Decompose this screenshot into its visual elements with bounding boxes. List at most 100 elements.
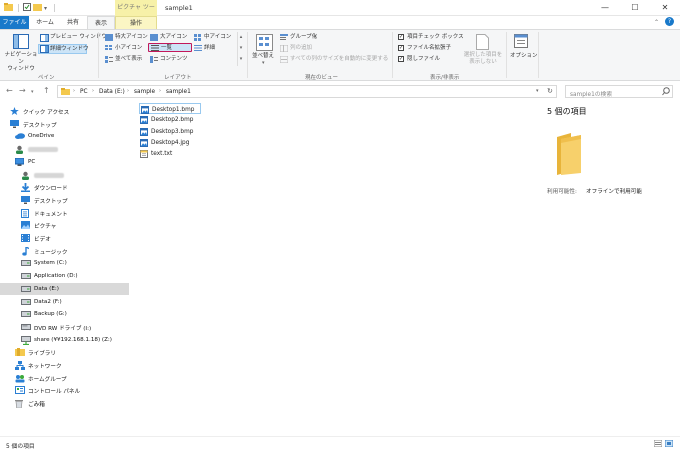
nav-item-drive-16[interactable]: Backup (G:) — [0, 308, 129, 320]
tab-share[interactable]: 共有 — [60, 16, 86, 29]
current-view-group-label: 現在のビュー — [305, 75, 339, 81]
breadcrumb-sample1[interactable]: sample1 — [166, 89, 191, 95]
file-extension-toggle[interactable]: ✓ — [398, 45, 404, 51]
file-item[interactable]: Desktop4.jpg — [139, 137, 201, 148]
sort-button[interactable]: 並べ替え — [252, 53, 274, 60]
nav-item-quick-access[interactable]: クイック アクセス — [0, 105, 129, 117]
nav-item-pc[interactable]: PC — [0, 156, 129, 168]
breadcrumb-pc[interactable]: PC — [80, 89, 88, 95]
document-icon — [21, 208, 29, 220]
refresh-icon[interactable]: ↻ — [547, 87, 553, 95]
forward-arrow-icon[interactable]: → — [19, 86, 26, 95]
nav-item-documents[interactable]: ドキュメント — [0, 207, 129, 219]
help-icon[interactable]: ? — [665, 17, 674, 26]
breadcrumb-chevron-icon[interactable]: › — [159, 88, 161, 94]
nav-item-user-5[interactable] — [0, 169, 129, 181]
minimize-button[interactable]: — — [590, 0, 620, 16]
size-all-columns-button[interactable]: すべての列のサイズを自動的に変更する — [290, 56, 388, 63]
breadcrumb-chevron-icon[interactable]: › — [73, 88, 75, 94]
nav-item-drive-14[interactable]: Data (E:) — [0, 282, 129, 295]
hide-selected-button[interactable]: 選択した項目を 表示しない — [461, 52, 505, 66]
nav-item-drive-13[interactable]: Application (D:) — [0, 270, 129, 282]
address-bar[interactable]: › PC › Data (E:) › sample › sample1 ▾ ↻ — [57, 85, 557, 98]
redacted-name — [34, 172, 64, 178]
customize-toolbar-icon[interactable]: ▾ — [44, 4, 47, 13]
breadcrumb-sample[interactable]: sample — [134, 89, 155, 95]
nav-item-label: Data2 (F:) — [34, 298, 62, 305]
layout-details[interactable]: 詳細 — [204, 45, 215, 52]
breadcrumb-chevron-icon[interactable]: › — [127, 88, 129, 94]
nav-item-recycle-bin[interactable]: ごみ箱 — [0, 397, 129, 409]
ribbon-collapse-icon[interactable]: ⌃ — [654, 18, 659, 27]
tab-file[interactable]: ファイル — [0, 16, 29, 29]
navigation-pane-button[interactable] — [13, 34, 29, 52]
back-arrow-icon[interactable]: ← — [6, 86, 13, 95]
nav-item-user-3[interactable] — [0, 143, 129, 155]
picture-tools-context-tab: ピクチャ ツール — [115, 0, 157, 27]
hidden-files-toggle[interactable]: ✓ — [398, 56, 404, 62]
search-icon[interactable] — [662, 87, 670, 98]
new-folder-icon[interactable] — [33, 3, 42, 13]
layout-content[interactable]: コンテンツ — [160, 56, 188, 63]
file-item[interactable]: Desktop1.bmp — [139, 103, 201, 114]
address-row: ← → ▾ ↑ › PC › Data (E:) › sample › samp… — [0, 82, 680, 101]
nav-item-videos[interactable]: ビデオ — [0, 232, 129, 244]
file-item[interactable]: text.txt — [139, 148, 201, 159]
properties-icon[interactable] — [23, 3, 31, 13]
options-icon — [514, 34, 528, 50]
nav-item-desktop[interactable]: デスクトップ — [0, 194, 129, 206]
search-input[interactable]: sample1の検索 — [570, 89, 612, 98]
control-panel-icon — [15, 386, 25, 396]
layout-medium-icons[interactable]: 中アイコン — [204, 34, 231, 41]
nav-item-music[interactable]: ミュージック — [0, 245, 129, 257]
layout-large-icons[interactable]: 大アイコン — [160, 34, 187, 41]
breadcrumb-chevron-icon[interactable]: › — [92, 88, 94, 94]
ribbon: ナビゲーション ウィンドウ プレビュー ウィンドウ 詳細ウィンドウ ペイン 特大… — [0, 29, 680, 81]
layout-small-icons[interactable]: 小アイコン — [115, 45, 142, 52]
group-by-dropdown-icon[interactable]: ▾ — [314, 34, 317, 41]
network-icon — [15, 361, 25, 372]
nav-item-network[interactable]: ネットワーク — [0, 359, 129, 371]
search-box[interactable]: sample1の検索 — [565, 85, 673, 98]
details-view-toggle-icon[interactable] — [653, 439, 663, 449]
nav-item-homegroup[interactable]: ホームグループ — [0, 372, 129, 384]
tab-manage[interactable]: 操作 — [115, 16, 157, 29]
address-dropdown-icon[interactable]: ▾ — [536, 88, 539, 94]
nav-item-onedrive[interactable]: OneDrive — [0, 130, 129, 142]
tab-view[interactable]: 表示 — [87, 16, 115, 29]
nav-item-drive-17[interactable]: DVD RW ドライブ (I:) — [0, 321, 129, 333]
music-icon — [21, 246, 30, 258]
nav-item-libraries[interactable]: ライブラリ — [0, 346, 129, 358]
layout-scroll[interactable]: ▴ ▾ ▾ — [237, 32, 244, 66]
nav-item-downloads[interactable]: ダウンロード — [0, 181, 129, 193]
nav-item-label: ダウンロード — [34, 186, 68, 193]
close-button[interactable]: ✕ — [650, 0, 680, 16]
maximize-button[interactable]: ☐ — [620, 0, 650, 16]
layout-extra-large-icons[interactable]: 特大アイコン — [115, 34, 148, 41]
nav-item-drive-18[interactable]: share (¥¥192.168.1.18) (Z:) — [0, 334, 129, 346]
network-drive-icon — [21, 335, 31, 347]
recent-locations-icon[interactable]: ▾ — [31, 88, 34, 97]
user-icon — [21, 171, 30, 182]
status-item-count: 5 個の項目 — [6, 444, 35, 450]
cloud-icon — [15, 132, 25, 141]
file-name: text.txt — [151, 151, 173, 158]
nav-item-control-panel[interactable]: コントロール パネル — [0, 384, 129, 396]
file-item[interactable]: Desktop2.bmp — [139, 114, 201, 125]
nav-item-drive-15[interactable]: Data2 (F:) — [0, 296, 129, 308]
item-checkbox-toggle[interactable]: ✓ — [398, 34, 404, 40]
nav-item-pictures[interactable]: ピクチャ — [0, 219, 129, 231]
sort-dropdown-icon[interactable]: ▾ — [262, 60, 265, 67]
preview-pane-icon[interactable] — [40, 34, 49, 44]
nav-item-drive-12[interactable]: System (C:) — [0, 257, 129, 269]
up-arrow-icon[interactable]: ↑ — [43, 86, 50, 95]
tab-home[interactable]: ホーム — [31, 16, 59, 29]
breadcrumb-data-e[interactable]: Data (E:) — [99, 89, 125, 95]
large-icons-toggle-icon[interactable] — [664, 439, 674, 449]
options-button[interactable]: オプション — [510, 53, 538, 60]
add-columns-button[interactable]: 列の追加 — [290, 45, 312, 52]
layout-tiles[interactable]: 並べて表示 — [115, 56, 142, 63]
nav-item-desktop-root[interactable]: デスクトップ — [0, 118, 129, 130]
file-item[interactable]: Desktop3.bmp — [139, 126, 201, 137]
nav-item-label: ピクチャ — [34, 224, 57, 231]
